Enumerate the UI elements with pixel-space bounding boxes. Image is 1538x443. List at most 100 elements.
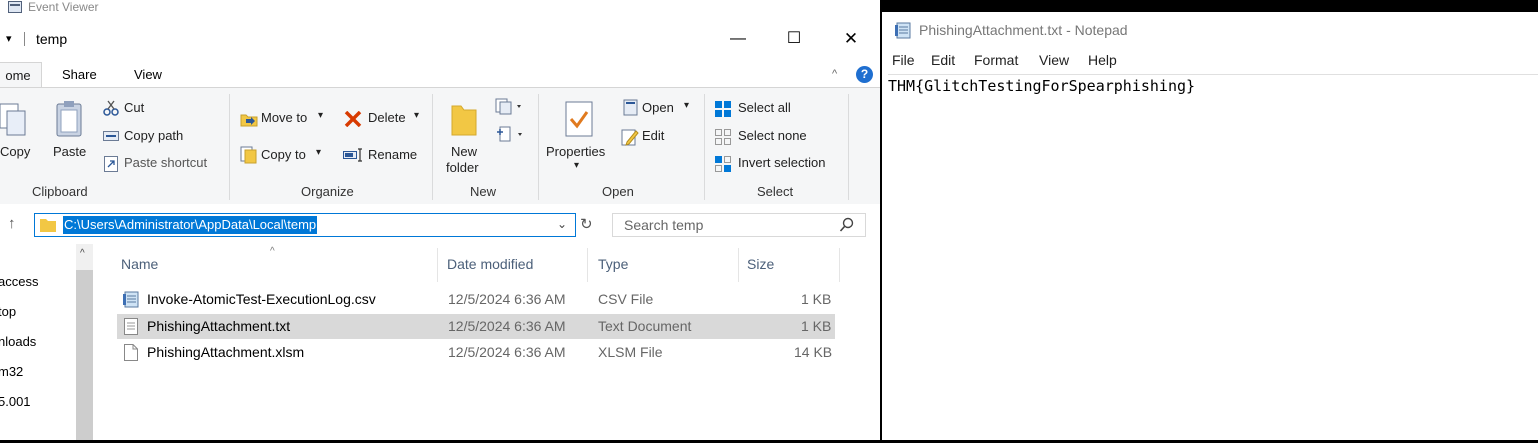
tab-share[interactable]: Share <box>62 62 97 87</box>
text-file-icon <box>123 318 139 335</box>
column-divider[interactable] <box>839 248 840 282</box>
collapse-ribbon-icon[interactable]: ^ <box>832 68 837 80</box>
new-folder-icon <box>451 102 477 136</box>
column-divider[interactable] <box>587 248 588 282</box>
select-none-button[interactable]: Select none <box>738 128 807 143</box>
file-list: ^ Name Date modified Type Size Invoke-At… <box>95 244 880 440</box>
invert-selection-icon <box>714 155 732 173</box>
tab-view[interactable]: View <box>134 62 162 87</box>
easy-access-icon[interactable] <box>496 126 526 144</box>
menu-edit[interactable]: Edit <box>931 52 955 68</box>
new-folder-button-line2[interactable]: folder <box>446 160 479 175</box>
notepad-file-icon <box>123 291 139 308</box>
open-dropdown-icon[interactable]: ▾ <box>684 100 689 111</box>
file-size: 1 KB <box>801 291 832 307</box>
organize-group-label: Organize <box>301 184 354 199</box>
paste-button[interactable]: Paste <box>53 144 86 159</box>
delete-button[interactable]: Delete <box>368 110 406 125</box>
refresh-icon[interactable]: ↻ <box>580 215 593 233</box>
address-text[interactable]: C:\Users\Administrator\AppData\Local\tem… <box>63 216 318 234</box>
table-row[interactable]: PhishingAttachment.txt 12/5/2024 6:36 AM… <box>117 314 835 339</box>
column-header-size[interactable]: Size <box>747 256 774 272</box>
scroll-up-icon[interactable]: ^ <box>80 248 85 259</box>
quick-access-dropdown-icon[interactable]: ▾ <box>6 32 12 45</box>
notepad-content[interactable]: THM{GlitchTestingForSpearphishing} <box>888 77 1195 95</box>
column-header-date[interactable]: Date modified <box>447 256 533 272</box>
table-row[interactable]: PhishingAttachment.xlsm 12/5/2024 6:36 A… <box>117 340 835 365</box>
delete-dropdown-icon[interactable]: ▾ <box>414 110 419 121</box>
notepad-window: PhishingAttachment.txt - Notepad File Ed… <box>882 12 1538 440</box>
window-title: temp <box>36 31 68 47</box>
blank-file-icon <box>123 344 139 361</box>
copy-to-dropdown-icon[interactable]: ▾ <box>316 147 321 158</box>
new-item-icon[interactable] <box>495 97 525 115</box>
search-box[interactable]: Search temp <box>612 213 866 237</box>
file-name: Invoke-AtomicTest-ExecutionLog.csv <box>147 291 376 307</box>
file-type: Text Document <box>598 318 692 334</box>
copy-button[interactable]: Copy <box>0 144 30 159</box>
nav-item-folder[interactable]: 5.001 <box>0 394 31 409</box>
tab-home[interactable]: ome <box>0 62 42 88</box>
invert-selection-button[interactable]: Invert selection <box>738 155 825 170</box>
event-viewer-icon <box>8 1 22 13</box>
column-divider[interactable] <box>437 248 438 282</box>
search-icon[interactable] <box>839 217 855 233</box>
rename-button[interactable]: Rename <box>368 147 417 162</box>
menu-file[interactable]: File <box>892 52 915 68</box>
file-size: 14 KB <box>794 344 833 360</box>
properties-checkmark-icon <box>563 100 595 140</box>
menu-format[interactable]: Format <box>974 52 1018 68</box>
column-header-name[interactable]: Name <box>121 256 158 272</box>
notepad-title: PhishingAttachment.txt - Notepad <box>919 22 1128 38</box>
cut-button[interactable]: Cut <box>124 100 144 115</box>
nav-item-quick-access[interactable]: access <box>0 274 38 289</box>
ribbon-tabs: ome Share View ^ ? <box>0 62 880 88</box>
open-group-label: Open <box>602 184 634 199</box>
group-divider <box>538 94 539 200</box>
scissors-icon <box>103 100 119 116</box>
close-button[interactable]: ✕ <box>828 28 874 50</box>
column-header-type[interactable]: Type <box>598 256 628 272</box>
copy-icon <box>0 102 28 138</box>
select-none-icon <box>714 128 732 146</box>
select-all-button[interactable]: Select all <box>738 100 791 115</box>
file-date: 12/5/2024 6:36 AM <box>448 291 566 307</box>
notepad-text-area[interactable]: THM{GlitchTestingForSpearphishing} <box>888 74 1538 443</box>
nav-item-downloads[interactable]: nloads <box>0 334 36 349</box>
table-row[interactable]: Invoke-AtomicTest-ExecutionLog.csv 12/5/… <box>117 287 835 312</box>
paste-shortcut-button[interactable]: Paste shortcut <box>124 155 207 170</box>
copy-to-button[interactable]: Copy to <box>261 147 306 162</box>
move-to-button[interactable]: Move to <box>261 110 307 125</box>
group-divider <box>848 94 849 200</box>
file-date: 12/5/2024 6:36 AM <box>448 344 566 360</box>
nav-scrollbar-thumb[interactable] <box>76 270 93 440</box>
search-input[interactable]: Search temp <box>624 217 703 233</box>
column-divider[interactable] <box>738 248 739 282</box>
menu-view[interactable]: View <box>1039 52 1069 68</box>
background-window-title-strip[interactable]: Event Viewer <box>0 0 880 14</box>
properties-button[interactable]: Properties <box>546 144 605 159</box>
maximize-button[interactable]: ☐ <box>771 28 817 50</box>
nav-item-system32[interactable]: m32 <box>0 364 23 379</box>
edit-button[interactable]: Edit <box>642 128 664 143</box>
notepad-icon <box>894 21 912 39</box>
select-group-label: Select <box>757 184 794 199</box>
ribbon: Copy Paste Cut Copy path Paste shortcut … <box>0 87 880 205</box>
new-folder-button[interactable]: New <box>451 144 477 159</box>
open-button[interactable]: Open <box>642 100 674 115</box>
file-date: 12/5/2024 6:36 AM <box>448 318 566 334</box>
copy-path-button[interactable]: Copy path <box>124 128 183 143</box>
move-to-dropdown-icon[interactable]: ▾ <box>318 110 323 121</box>
address-bar[interactable]: C:\Users\Administrator\AppData\Local\tem… <box>34 213 576 237</box>
delete-x-icon <box>344 111 362 127</box>
address-dropdown-icon[interactable]: ⌄ <box>557 217 567 231</box>
help-button[interactable]: ? <box>856 66 873 83</box>
properties-dropdown-icon[interactable]: ▾ <box>574 160 579 171</box>
menu-help[interactable]: Help <box>1088 52 1117 68</box>
rename-icon <box>343 148 365 162</box>
nav-item-desktop[interactable]: top <box>0 304 16 319</box>
minimize-button[interactable]: — <box>715 28 761 50</box>
nav-scrollbar[interactable]: ^ <box>76 244 93 440</box>
up-arrow-icon[interactable]: ↑ <box>8 215 16 232</box>
explorer-title-bar[interactable]: ▾ temp — ☐ ✕ <box>0 14 880 64</box>
